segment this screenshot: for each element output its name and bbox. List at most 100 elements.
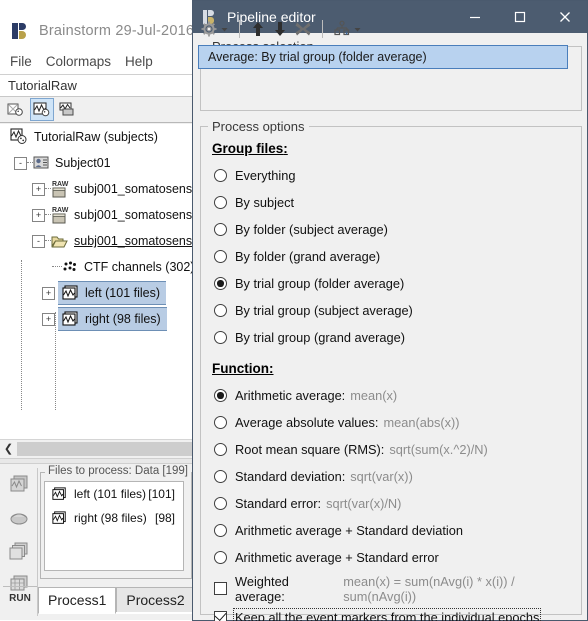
radio-by-folder-grand-average[interactable]: By folder (grand average) — [200, 243, 582, 270]
option-label: By subject — [235, 195, 295, 210]
open-folder-icon — [51, 236, 68, 248]
move-up-button[interactable] — [247, 17, 269, 41]
tree-expander-expand[interactable]: + — [42, 286, 55, 300]
radio-by-trial-group-grand-average[interactable]: By trial group (grand average) — [200, 324, 582, 351]
tree-item-label: TutorialRaw (subjects) — [34, 130, 158, 144]
functional-results-view-button[interactable] — [56, 98, 80, 121]
tree-item-subject[interactable]: - Subject01 — [0, 150, 195, 176]
screen: Brainstorm 29-Jul-2016 File Colormaps He… — [0, 0, 588, 621]
option-label: Arithmetic average: — [235, 388, 346, 403]
radio-by-folder-subject-average[interactable]: By folder (subject average) — [200, 216, 582, 243]
option-formula: mean(x) — [350, 388, 398, 403]
tree-item-label: subj001_somatosensory_ — [74, 208, 195, 222]
section-heading-colon: : — [269, 361, 274, 376]
functional-data-view-button[interactable] — [30, 98, 54, 121]
option-label: Everything — [235, 168, 296, 183]
delete-x-icon — [295, 22, 311, 36]
tree-item-left-trial-group[interactable]: + left (101 files) — [0, 280, 195, 306]
radio-by-subject[interactable]: By subject — [200, 189, 582, 216]
option-formula: sqrt(sum(x.^2)/N) — [389, 442, 488, 457]
tab-process2[interactable]: Process2 — [116, 587, 195, 614]
checkbox-indicator — [214, 611, 227, 621]
option-formula: mean(abs(x)) — [383, 415, 460, 430]
tree-horizontal-scrollbar[interactable]: ❮ — [0, 439, 196, 457]
tree-expander-expand[interactable]: + — [32, 208, 45, 222]
gear-icon — [201, 21, 217, 37]
radio-indicator — [214, 331, 227, 344]
menu-item-help[interactable]: Help — [125, 54, 153, 69]
radio-standard-error[interactable]: Standard error: sqrt(var(x)/N) — [200, 490, 582, 517]
list-item[interactable]: left (101 files) [101] — [45, 482, 183, 506]
list-item-count: [101] — [148, 487, 175, 501]
option-label: Standard deviation: — [235, 469, 346, 484]
process-tabs: Process1 Process2 — [38, 584, 195, 614]
tab-process1[interactable]: Process1 — [38, 587, 117, 614]
radio-indicator — [214, 470, 227, 483]
radio-by-trial-group-folder-average[interactable]: By trial group (folder average) — [200, 270, 582, 297]
tree-expander-collapse[interactable]: - — [14, 156, 27, 170]
files-to-process-list[interactable]: left (101 files) [101] right (98 files) … — [44, 481, 184, 571]
tree-item-label: right (98 files) — [85, 312, 161, 326]
tree-item-label: left (101 files) — [85, 286, 161, 300]
option-formula: sqrt(var(x)) — [350, 469, 413, 484]
menu-item-file[interactable]: File — [10, 54, 32, 69]
process-panel: RUN Files to process: Data [199] left (1… — [0, 464, 205, 620]
protocol-icon — [10, 128, 27, 144]
tree-expander-collapse[interactable]: - — [32, 234, 45, 248]
toolbar-separator — [322, 20, 323, 38]
option-label: By trial group (grand average) — [235, 330, 406, 345]
tree-guide-line — [21, 260, 23, 410]
radio-indicator — [214, 551, 227, 564]
timefreq-icon — [9, 542, 28, 559]
delete-process-button[interactable] — [291, 17, 315, 41]
option-label: By folder (subject average) — [235, 222, 388, 237]
pipeline-button[interactable] — [330, 17, 365, 41]
radio-arithmetic-average-plus-standard-error[interactable]: Arithmetic average + Standard error — [200, 544, 582, 571]
scrollbar-thumb[interactable] — [17, 441, 194, 456]
move-down-button[interactable] — [269, 17, 291, 41]
radio-arithmetic-average[interactable]: Arithmetic average: mean(x) — [200, 382, 582, 409]
list-item-label: left (101 files) — [74, 487, 147, 501]
protocol-selector[interactable]: TutorialRaw — [0, 74, 205, 97]
radio-arithmetic-average-plus-standard-deviation[interactable]: Arithmetic average + Standard deviation — [200, 517, 582, 544]
radio-standard-deviation[interactable]: Standard deviation: sqrt(var(x)) — [200, 463, 582, 490]
list-item[interactable]: right (98 files) [98] — [45, 506, 183, 530]
checkbox-keep-event-markers[interactable]: Keep all the event markers from the indi… — [200, 604, 582, 621]
functional-results-icon — [59, 102, 74, 116]
scroll-left-arrow-icon[interactable]: ❮ — [0, 440, 17, 457]
anatomy-view-button[interactable] — [4, 98, 28, 121]
tree-expander-expand[interactable]: + — [42, 312, 55, 326]
arrow-up-icon — [253, 22, 263, 36]
recordings-tab-icon[interactable] — [3, 468, 37, 501]
option-label: Root mean square (RMS): — [235, 442, 385, 457]
tree-item-raw-folder-1[interactable]: + RAW subj001_somatosensory_ — [0, 176, 195, 202]
tree-item-channels[interactable]: CTF channels (302) — [0, 254, 195, 280]
list-item-label: right (98 files) — [74, 511, 147, 525]
tree-item-protocol[interactable]: TutorialRaw (subjects) — [0, 124, 195, 150]
tree-expander-expand[interactable]: + — [32, 182, 45, 196]
process-settings-button[interactable] — [197, 17, 232, 41]
sources-tab-icon[interactable] — [3, 501, 37, 534]
option-formula: mean(x) = sum(nAvg(i) * x(i)) / sum(nAvg… — [343, 573, 515, 604]
timefreq-tab-icon[interactable] — [3, 534, 37, 567]
radio-everything[interactable]: Everything — [200, 162, 582, 189]
option-label: By trial group (folder average) — [235, 276, 405, 291]
tree-item-right-trial-group[interactable]: + right (98 files) — [0, 306, 195, 332]
database-tree[interactable]: TutorialRaw (subjects) - Subject01 + RAW — [0, 124, 196, 439]
files-to-process-title: Files to process: Data [199] — [45, 465, 191, 477]
selected-process-item[interactable]: Average: By trial group (folder average) — [198, 45, 568, 69]
tree-item-folder-open[interactable]: - subj001_somatosensory — [0, 228, 195, 254]
radio-by-trial-group-subject-average[interactable]: By trial group (subject average) — [200, 297, 582, 324]
channels-icon — [63, 261, 76, 271]
brainstorm-main-window: Brainstorm 29-Jul-2016 File Colormaps He… — [0, 14, 205, 620]
svg-text:RAW: RAW — [52, 207, 69, 214]
checkbox-indicator — [214, 582, 227, 595]
radio-root-mean-square[interactable]: Root mean square (RMS): sqrt(sum(x.^2)/N… — [200, 436, 582, 463]
radio-average-absolute-values[interactable]: Average absolute values: mean(abs(x)) — [200, 409, 582, 436]
run-button[interactable]: RUN — [3, 586, 37, 604]
menu-item-colormaps[interactable]: Colormaps — [46, 54, 111, 69]
functional-data-icon — [33, 102, 50, 117]
radio-indicator — [214, 524, 227, 537]
tree-item-raw-folder-2[interactable]: + RAW subj001_somatosensory_ — [0, 202, 195, 228]
checkbox-weighted-average[interactable]: Weighted average: mean(x) = sum(nAvg(i) … — [200, 573, 582, 604]
